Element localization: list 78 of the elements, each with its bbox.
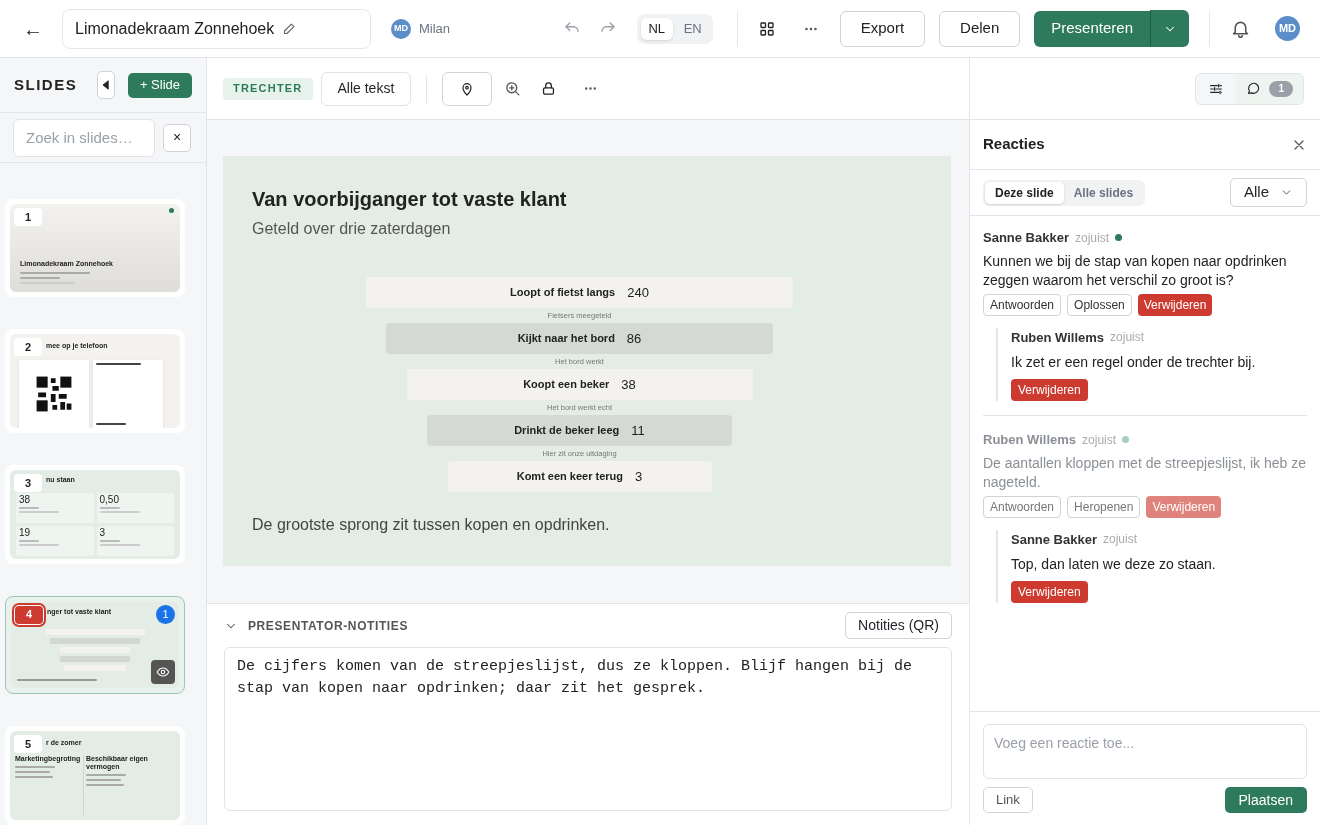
link-button[interactable]: Link	[983, 787, 1033, 813]
collapse-button[interactable]	[97, 71, 115, 100]
comment-action-button[interactable]: Antwoorden	[983, 495, 1062, 518]
comment-author: Sanne Bakker	[1011, 530, 1097, 549]
notes-field[interactable]: De cijfers komen van de streepjeslijst, dus ze kloppen. Blijf hangen bij de stap van kopen naar opdrinken; daar zit het gesprek.	[224, 647, 952, 811]
filter-dropdown[interactable]: Alle	[1230, 178, 1307, 207]
comment-author: Ruben Willems	[983, 431, 1077, 449]
toolbar-button[interactable]: Delen	[939, 10, 1021, 47]
delete-button[interactable]: Verwijderen	[1137, 293, 1213, 316]
comment-tab[interactable]: Deze slide	[985, 181, 1064, 204]
thumbnail-stat: 3	[99, 528, 107, 539]
step-label: Kijkt naar het bord	[517, 331, 615, 347]
title-field[interactable]: Limonadekraam Zonnehoek	[62, 8, 371, 49]
comment-text: Kunnen we bij de stap van kopen naar opdrinken zeggen waarom het verschil zo groot is?	[983, 251, 1288, 290]
slide-footer: De grootste sprong zit tussen kopen en opdrinken.	[252, 513, 922, 537]
step-value: 3	[635, 467, 643, 486]
all-text-button[interactable]: Alle tekst	[320, 71, 412, 106]
step-label: Loopt of fietst langs	[510, 285, 616, 301]
delete-button[interactable]: Verwijderen	[1011, 581, 1088, 603]
comment-author: Ruben Willems	[1011, 328, 1105, 347]
sidebar-heading: SLIDES	[14, 74, 78, 95]
comment-count: 1	[1269, 80, 1293, 97]
comment-text: Ik zet er een regel onder de trechter bij.	[1011, 353, 1257, 372]
thumbnail-stat: 0,50	[99, 495, 120, 506]
comment-time: zojuist	[1082, 431, 1117, 449]
comment-time: zojuist	[1110, 329, 1145, 347]
clear-search-button[interactable]: ×	[163, 123, 191, 152]
presentation-title: Limonadekraam Zonnehoek	[75, 18, 275, 39]
user-name: Milan	[419, 19, 451, 38]
slide-search-field[interactable]: Zoek in slides…	[13, 118, 155, 157]
slide-subtitle: Geteld over drie zaterdagen	[252, 219, 452, 239]
layout-badge: TRECHTER	[223, 77, 313, 100]
language-tab[interactable]: EN	[676, 17, 709, 40]
present-menu-button[interactable]	[1150, 10, 1189, 47]
slide-number: 4	[15, 605, 43, 624]
present-button[interactable]: Presenteren	[1034, 10, 1150, 47]
slide-number: 1	[14, 207, 42, 226]
speech-bubble-icon	[1246, 81, 1262, 96]
comment-author: Sanne Bakker	[983, 229, 1069, 247]
filter-value: Alle	[1244, 182, 1269, 203]
delete-button[interactable]: Verwijderen	[1011, 379, 1088, 401]
comment-action-button[interactable]: Heropenen	[1067, 495, 1141, 518]
step-label: Koopt een beker	[523, 377, 610, 393]
grid-icon[interactable]	[757, 19, 776, 38]
comment-action-button[interactable]: Antwoorden	[983, 293, 1062, 316]
step-value: 86	[626, 329, 642, 348]
comment-time: zojuist	[1075, 229, 1109, 247]
location-button[interactable]	[442, 71, 493, 106]
panel-title: Reacties	[983, 134, 1045, 155]
user-avatar: MD	[391, 18, 411, 39]
thumbnail-stat: 38	[19, 495, 32, 506]
comment-time: zojuist	[1103, 531, 1137, 549]
notes-qr-button[interactable]: Notities (QR)	[845, 612, 952, 639]
slide-title: Van voorbijganger tot vaste klant	[252, 187, 568, 212]
zoom-in-icon[interactable]	[504, 80, 522, 97]
comment-field[interactable]: Voeg een reactie toe...	[983, 724, 1307, 779]
comment-action-button[interactable]: Oplossen	[1067, 293, 1132, 316]
post-button[interactable]: Plaatsen	[1224, 787, 1307, 813]
eye-icon	[156, 665, 170, 680]
step-label: Drinkt de beker leeg	[514, 423, 620, 439]
comment-text: Top, dan laten we deze zo staan.	[1011, 555, 1217, 574]
toolbar-button[interactable]: Export	[839, 10, 926, 47]
qr-code-icon	[35, 374, 73, 413]
comment-tab[interactable]: Alle slides	[1063, 181, 1144, 204]
add-slide-button[interactable]: + Slide	[127, 72, 192, 98]
thumbnail-stat: 19	[19, 528, 32, 539]
step-label: Komt een keer terug	[516, 469, 624, 485]
preview-button[interactable]	[151, 660, 175, 685]
step-value: 240	[627, 283, 649, 302]
comment-text: De aantallen kloppen met de streepjeslijst, ik heb ze nageteld.	[983, 453, 1307, 492]
slide-number: 5	[14, 735, 42, 754]
slide-number: 2	[14, 338, 42, 357]
notes-heading: PRESENTATOR-NOTITIES	[248, 617, 408, 635]
step-value: 38	[621, 375, 636, 394]
step-value: 11	[631, 421, 645, 440]
back-button[interactable]: ←	[20, 13, 46, 44]
slide-number: 3	[14, 473, 42, 492]
language-tab[interactable]: NL	[640, 17, 673, 40]
